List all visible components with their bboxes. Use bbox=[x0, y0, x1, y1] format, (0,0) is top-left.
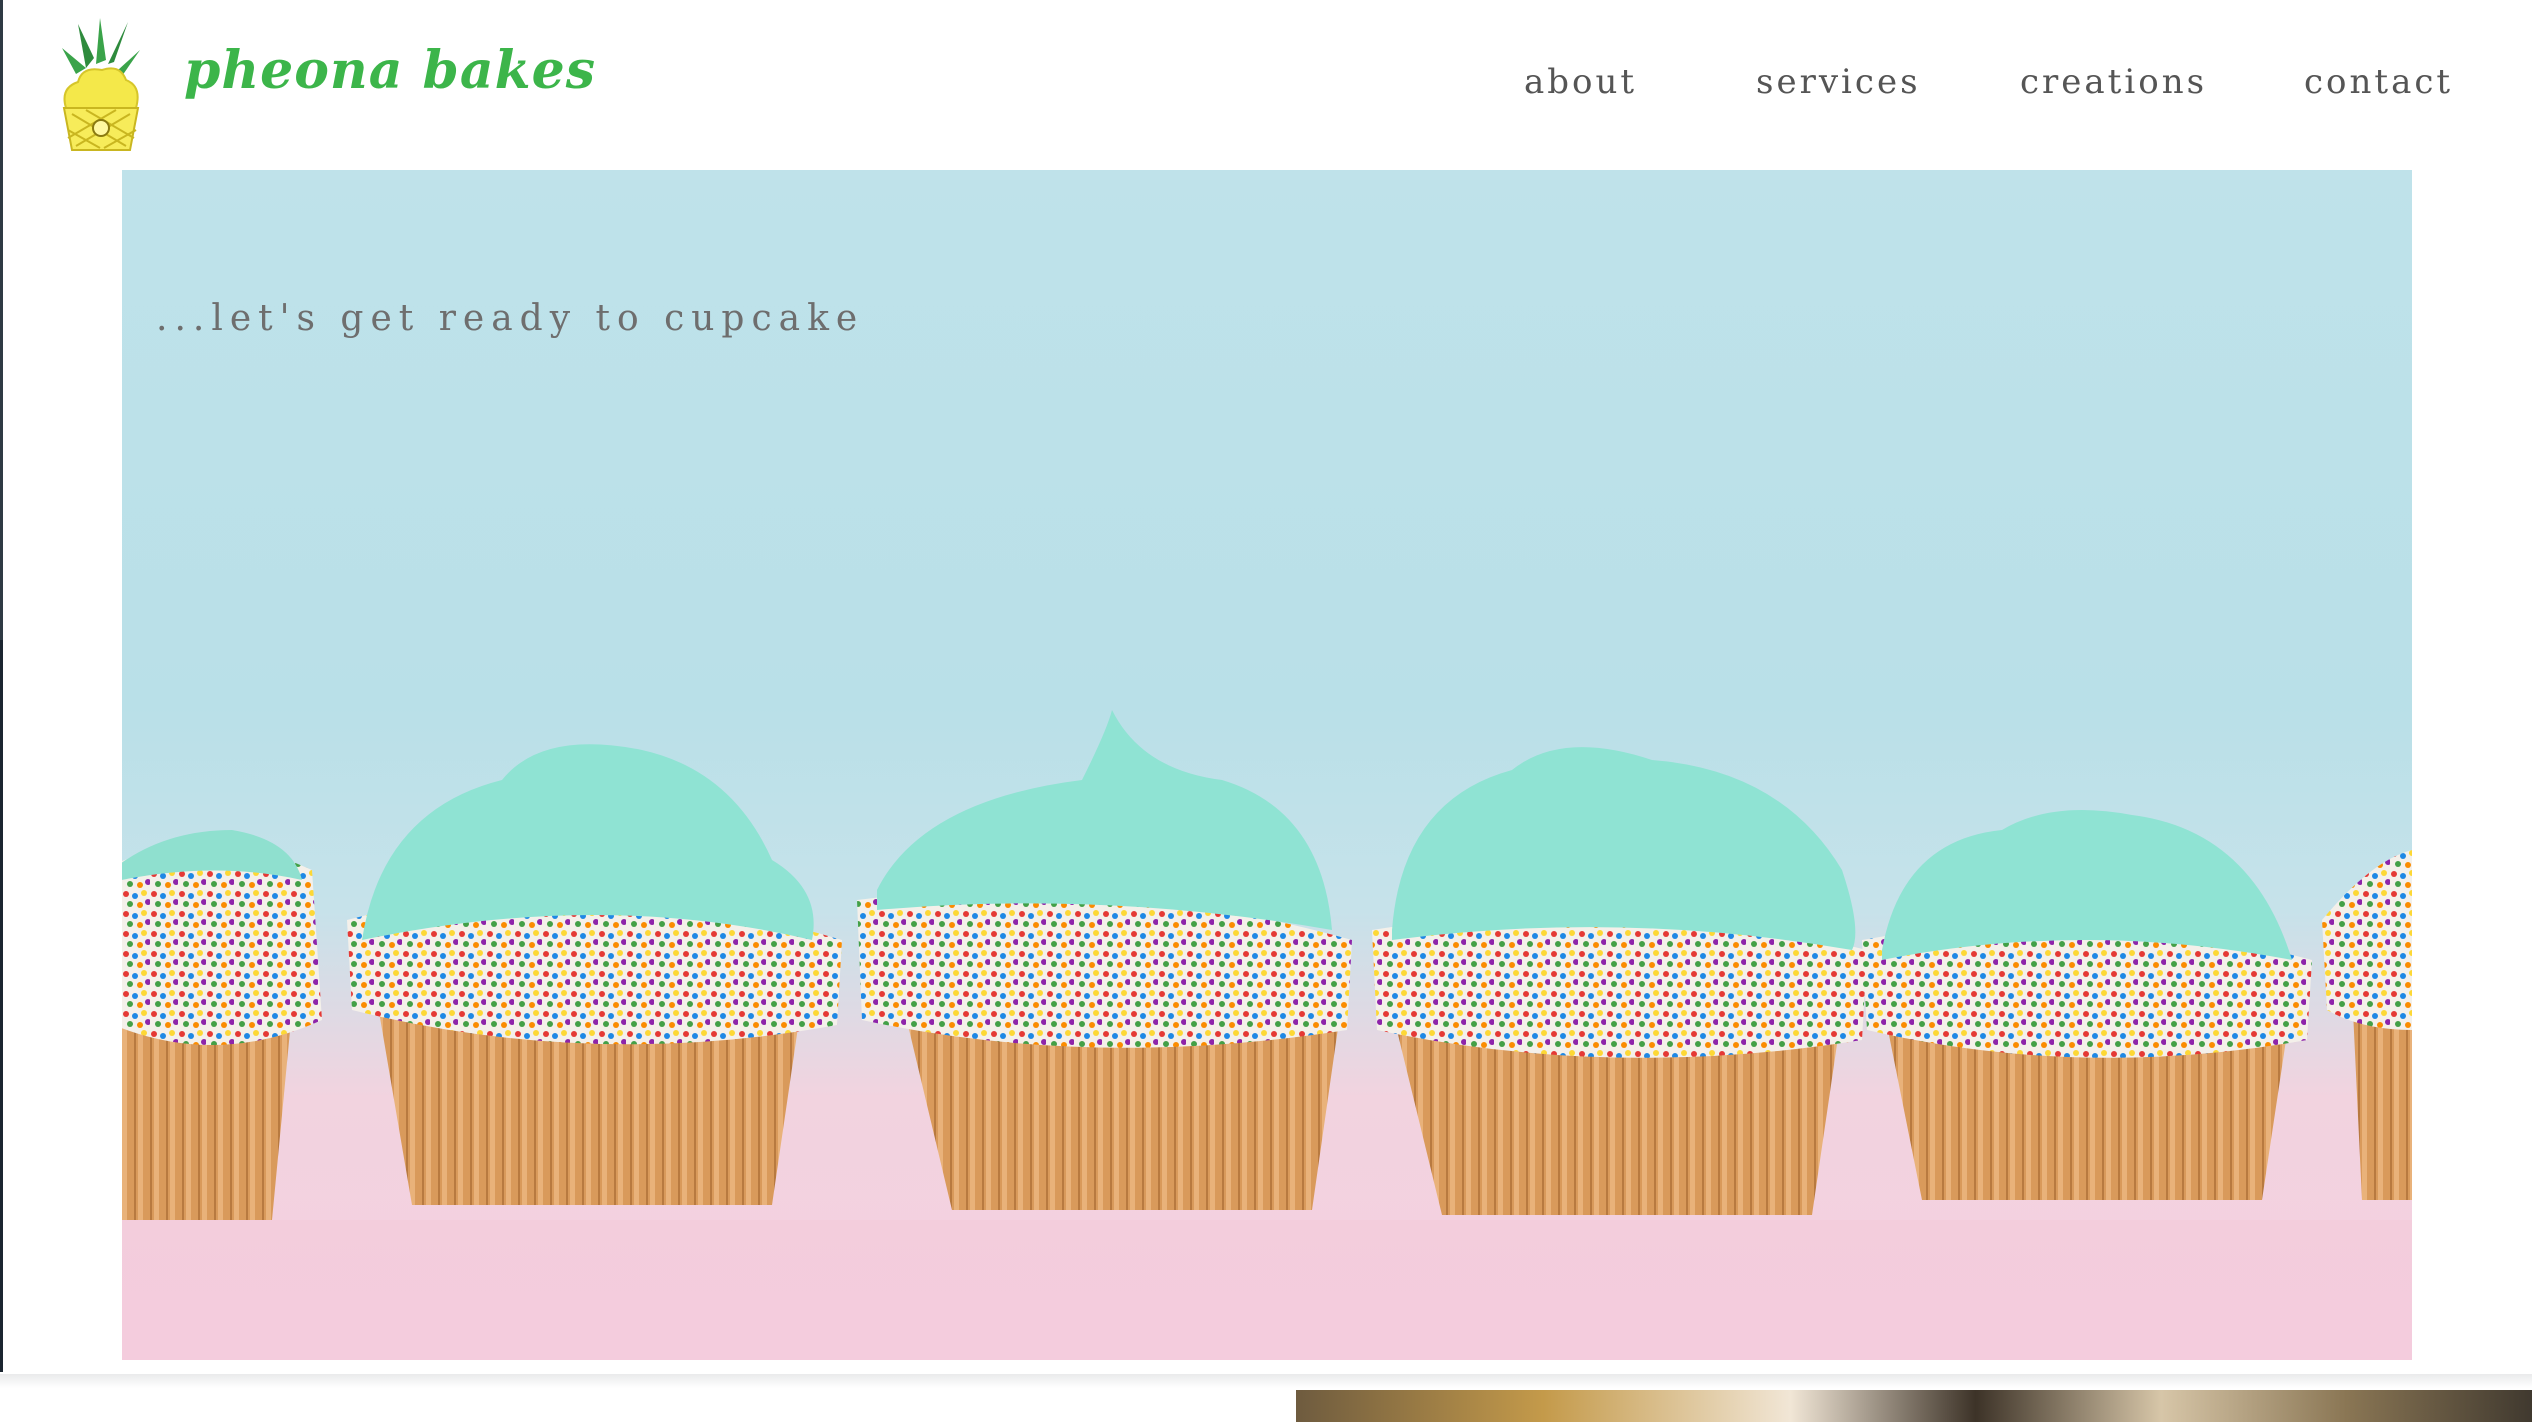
nav-about[interactable]: about bbox=[1524, 62, 1637, 102]
brand-name[interactable]: pheona bakes bbox=[184, 40, 596, 101]
nav-creations[interactable]: creations bbox=[2020, 62, 2207, 102]
hero-tagline: ...let's get ready to cupcake bbox=[156, 298, 865, 339]
window-edge bbox=[0, 0, 3, 640]
nav-services[interactable]: services bbox=[1756, 62, 1921, 102]
section-divider bbox=[0, 1374, 2532, 1388]
cupcakes-illustration bbox=[122, 710, 2412, 1360]
brand-logo[interactable] bbox=[56, 18, 146, 156]
window-edge-lower bbox=[0, 640, 3, 1422]
hero-image: ...let's get ready to cupcake bbox=[122, 170, 2412, 1360]
pineapple-cupcake-icon bbox=[62, 18, 140, 151]
cupcake bbox=[122, 830, 322, 1220]
nav-contact[interactable]: contact bbox=[2304, 62, 2453, 102]
next-section-image-preview bbox=[1296, 1390, 2532, 1422]
